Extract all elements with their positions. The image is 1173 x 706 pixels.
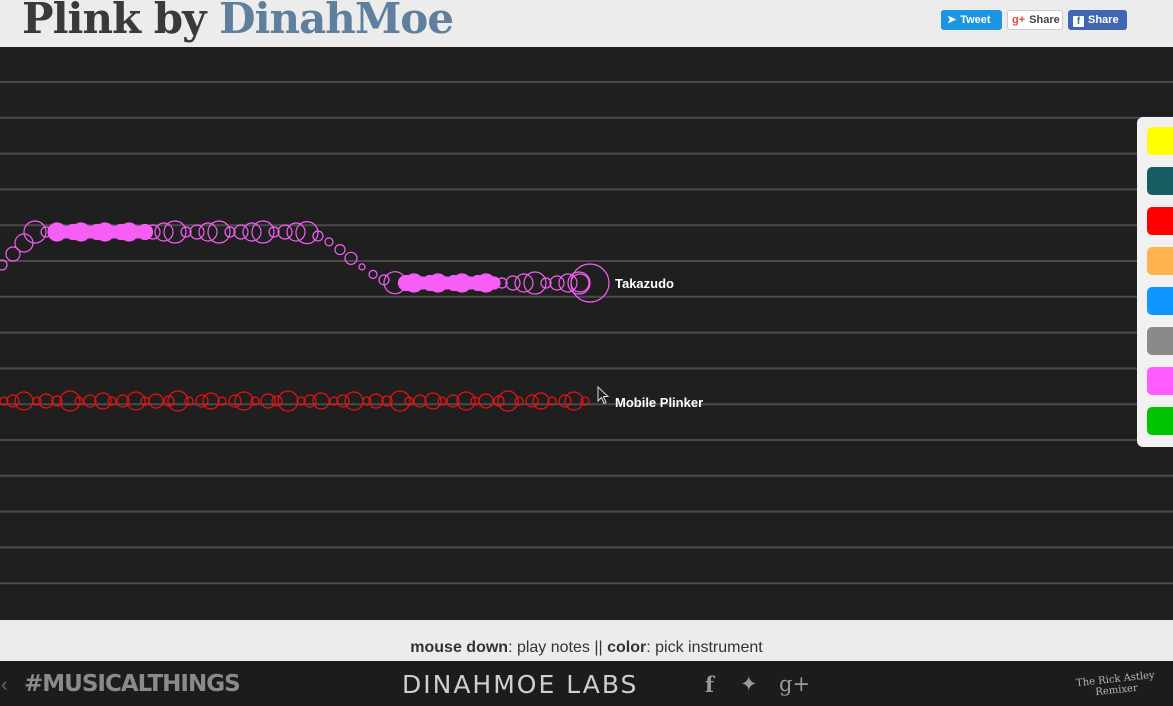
instrument-swatch[interactable]: [1147, 127, 1173, 155]
note-circle: [202, 392, 220, 410]
note-circle: [234, 391, 254, 411]
note-circle: [59, 390, 81, 412]
facebook-share-label: Share: [1088, 14, 1119, 26]
note-circle: [148, 393, 164, 409]
note-circle: [532, 392, 550, 410]
note-circle: [14, 391, 34, 411]
instrument-swatch[interactable]: [1147, 207, 1173, 235]
note-circle: [324, 237, 334, 247]
note-circle: [549, 275, 565, 291]
note-circle: [424, 392, 442, 410]
dinahmoe-labs-logo[interactable]: DINAHMOE LABS: [402, 670, 638, 699]
note-circle: [277, 224, 293, 240]
facebook-icon[interactable]: f: [705, 672, 714, 697]
cursor-icon: [597, 386, 610, 405]
mouse-down-desc: : play notes ||: [508, 639, 608, 656]
note-circle: [570, 273, 590, 293]
note-circle: [233, 224, 249, 240]
app-title: Plink by DinahMoe: [22, 0, 454, 43]
instructions-bar: mouse down: play notes || color: pick in…: [0, 620, 1173, 661]
player-label-mobile-plinker: Mobile Plinker: [615, 395, 704, 410]
note-circle: [136, 223, 154, 241]
color-key: color: [607, 639, 647, 656]
note-circle: [277, 390, 299, 412]
tweet-button[interactable]: ➤ Tweet: [941, 10, 1002, 30]
note-circle: [344, 391, 364, 411]
instrument-swatch[interactable]: [1147, 287, 1173, 315]
instrument-palette: [1137, 117, 1173, 447]
note-circle: [389, 390, 411, 412]
note-circle: [334, 244, 346, 256]
note-circle: [14, 233, 34, 253]
facebook-icon: f: [1073, 16, 1084, 27]
plink-canvas[interactable]: Takazudo Mobile Plinker: [0, 47, 1173, 620]
note-circle: [505, 275, 521, 291]
tweet-label: Tweet: [960, 14, 991, 26]
musicalthings-link[interactable]: #MUSICALTHINGS: [24, 671, 241, 697]
google-share-label: Share: [1029, 14, 1060, 26]
note-circle: [126, 391, 146, 411]
instrument-swatch[interactable]: [1147, 167, 1173, 195]
header: Plink by DinahMoe ➤ Tweet g+ Share f Share: [0, 0, 1173, 47]
note-circle: [189, 224, 205, 240]
note-circle: [312, 392, 330, 410]
title-prefix: Plink by: [22, 0, 220, 43]
note-circle: [478, 393, 494, 409]
google-plus-icon: g+: [1012, 14, 1026, 26]
instrument-swatch[interactable]: [1147, 327, 1173, 355]
note-circle: [487, 276, 501, 290]
footer: ‹ #MUSICALTHINGS DINAHMOE LABS f ✦ g+ Th…: [0, 661, 1173, 706]
instrument-swatch[interactable]: [1147, 367, 1173, 395]
note-circle: [564, 391, 584, 411]
google-share-button[interactable]: g+ Share: [1007, 10, 1063, 30]
twitter-bird-icon: ➤: [947, 14, 957, 26]
google-plus-icon[interactable]: g+: [779, 672, 810, 696]
instrument-swatch[interactable]: [1147, 247, 1173, 275]
player-label-takazudo: Takazudo: [615, 276, 674, 291]
mouse-down-key: mouse down: [410, 639, 509, 656]
twitter-icon[interactable]: ✦: [740, 672, 758, 697]
music-staff: [0, 81, 1173, 585]
color-desc: : pick instrument: [646, 639, 763, 656]
prev-arrow-icon[interactable]: ‹: [1, 674, 8, 697]
note-circle: [344, 251, 358, 265]
note-circle: [358, 263, 366, 271]
instrument-swatch[interactable]: [1147, 407, 1173, 435]
facebook-share-button[interactable]: f Share: [1068, 10, 1127, 30]
note-circle: [523, 271, 547, 295]
rick-astley-remixer-link[interactable]: The Rick Astley Remixer: [1073, 670, 1159, 701]
note-circle: [456, 391, 476, 411]
title-brand: DinahMoe: [219, 0, 454, 43]
note-circle: [368, 269, 378, 279]
note-circle: [260, 393, 276, 409]
